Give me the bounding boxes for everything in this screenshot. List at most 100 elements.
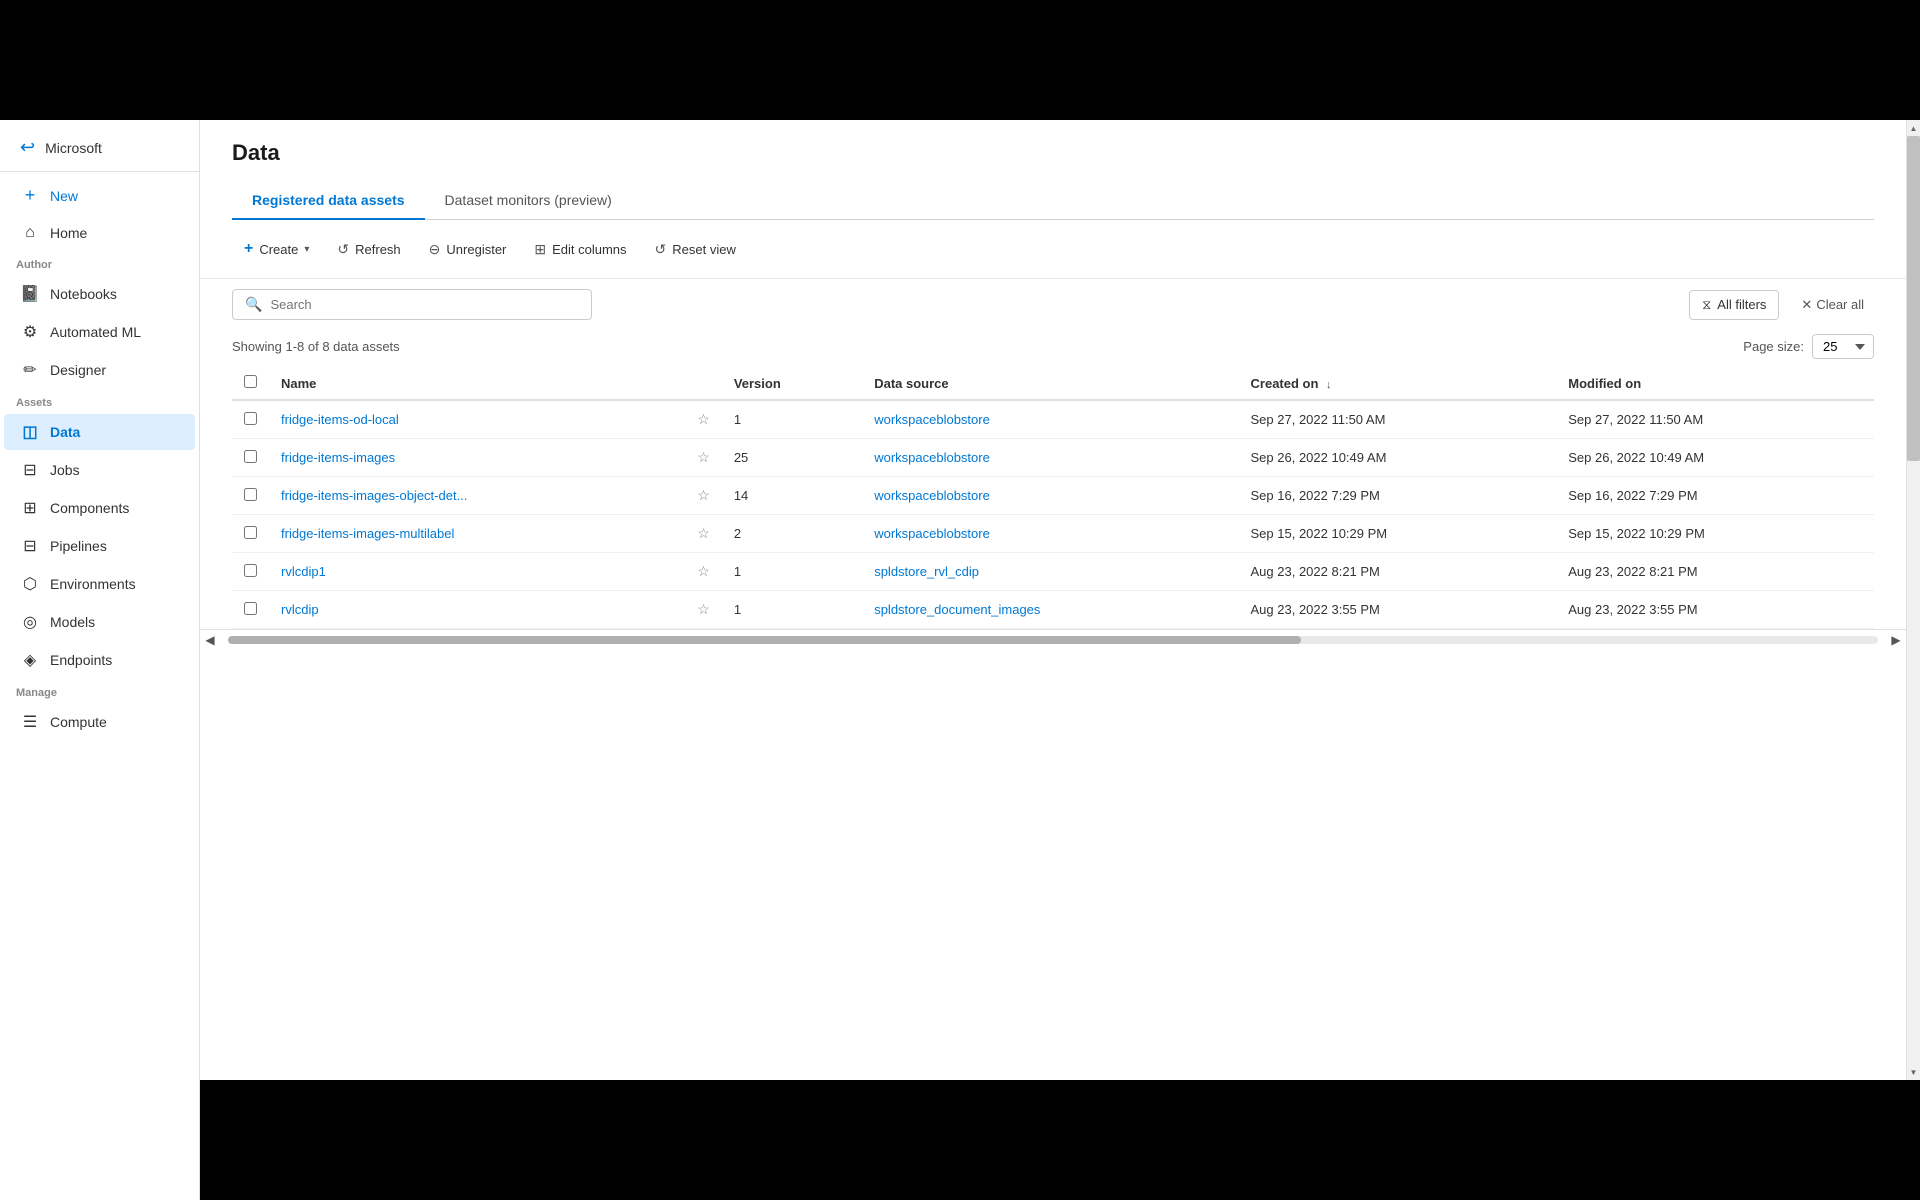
row-star-1[interactable]: ☆ bbox=[685, 439, 722, 477]
endpoints-icon: ◈ bbox=[20, 650, 40, 670]
row-version-0: 1 bbox=[722, 400, 862, 439]
tabs: Registered data assets Dataset monitors … bbox=[232, 182, 1874, 220]
row-modified-5: Aug 23, 2022 3:55 PM bbox=[1556, 591, 1874, 629]
row-checkbox-1[interactable] bbox=[244, 450, 257, 463]
designer-icon: ✏ bbox=[20, 360, 40, 380]
row-name-1[interactable]: fridge-items-images bbox=[269, 439, 685, 477]
header-created[interactable]: Created on ↓ bbox=[1239, 367, 1557, 400]
table-row: fridge-items-images-multilabel ☆ 2 works… bbox=[232, 515, 1874, 553]
sidebar-item-automated-ml[interactable]: ⚙ Automated ML bbox=[4, 314, 195, 350]
row-datasource-0[interactable]: workspaceblobstore bbox=[862, 400, 1238, 439]
row-checkbox-cell bbox=[232, 439, 269, 477]
horizontal-scroll-thumb bbox=[228, 636, 1301, 644]
vertical-scroll-track bbox=[1907, 136, 1920, 1064]
sidebar-item-home[interactable]: ⌂ Home bbox=[4, 216, 195, 250]
row-star-3[interactable]: ☆ bbox=[685, 515, 722, 553]
sidebar-item-notebooks[interactable]: 📓 Notebooks bbox=[4, 276, 195, 312]
row-checkbox-2[interactable] bbox=[244, 488, 257, 501]
row-star-5[interactable]: ☆ bbox=[685, 591, 722, 629]
scroll-up-arrow[interactable]: ▲ bbox=[1907, 120, 1920, 136]
environments-icon: ⬡ bbox=[20, 574, 40, 594]
row-version-3: 2 bbox=[722, 515, 862, 553]
row-datasource-4[interactable]: spldstore_rvl_cdip bbox=[862, 553, 1238, 591]
sidebar-item-designer-label: Designer bbox=[50, 362, 106, 378]
sidebar-item-models-label: Models bbox=[50, 614, 95, 630]
back-icon: ↩ bbox=[20, 137, 35, 158]
sidebar-item-notebooks-label: Notebooks bbox=[50, 286, 117, 302]
sidebar-item-environments[interactable]: ⬡ Environments bbox=[4, 566, 195, 602]
notebooks-icon: 📓 bbox=[20, 284, 40, 304]
row-modified-4: Aug 23, 2022 8:21 PM bbox=[1556, 553, 1874, 591]
main-area: Data Registered data assets Dataset moni… bbox=[200, 120, 1906, 1080]
row-datasource-1[interactable]: workspaceblobstore bbox=[862, 439, 1238, 477]
row-datasource-2[interactable]: workspaceblobstore bbox=[862, 477, 1238, 515]
row-checkbox-cell bbox=[232, 553, 269, 591]
scroll-right-arrow[interactable]: ▶ bbox=[1886, 630, 1906, 650]
search-input[interactable] bbox=[270, 297, 579, 312]
tab-dataset-monitors[interactable]: Dataset monitors (preview) bbox=[425, 182, 632, 220]
sidebar-item-endpoints-label: Endpoints bbox=[50, 652, 112, 668]
sidebar: ↩ Microsoft + New ⌂ Home Author 📓 Notebo… bbox=[0, 120, 200, 1200]
table-body: fridge-items-od-local ☆ 1 workspaceblobs… bbox=[232, 400, 1874, 629]
row-created-4: Aug 23, 2022 8:21 PM bbox=[1239, 553, 1557, 591]
sidebar-brand[interactable]: ↩ Microsoft bbox=[4, 129, 195, 166]
table-row: rvlcdip1 ☆ 1 spldstore_rvl_cdip Aug 23, … bbox=[232, 553, 1874, 591]
row-star-2[interactable]: ☆ bbox=[685, 477, 722, 515]
star-icon-1: ☆ bbox=[697, 449, 710, 465]
table-row: fridge-items-od-local ☆ 1 workspaceblobs… bbox=[232, 400, 1874, 439]
sidebar-item-pipelines[interactable]: ⊟ Pipelines bbox=[4, 528, 195, 564]
header-name[interactable]: Name bbox=[269, 367, 685, 400]
row-star-0[interactable]: ☆ bbox=[685, 400, 722, 439]
horizontal-scroll-area bbox=[220, 636, 1886, 644]
tab-registered-data-assets[interactable]: Registered data assets bbox=[232, 182, 425, 220]
select-all-checkbox[interactable] bbox=[244, 375, 257, 388]
plus-icon: + bbox=[20, 185, 40, 206]
unregister-button[interactable]: ⊖ Unregister bbox=[417, 235, 519, 264]
row-checkbox-cell bbox=[232, 477, 269, 515]
sidebar-item-jobs[interactable]: ⊟ Jobs bbox=[4, 452, 195, 488]
page-size-area: Page size: 25 10 50 100 bbox=[1743, 334, 1874, 359]
automated-ml-icon: ⚙ bbox=[20, 322, 40, 342]
row-datasource-5[interactable]: spldstore_document_images bbox=[862, 591, 1238, 629]
page-header: Data Registered data assets Dataset moni… bbox=[200, 120, 1906, 220]
pipelines-icon: ⊟ bbox=[20, 536, 40, 556]
sidebar-item-endpoints[interactable]: ◈ Endpoints bbox=[4, 642, 195, 678]
new-button[interactable]: + New bbox=[4, 177, 195, 214]
create-plus-icon: + bbox=[244, 240, 253, 258]
clear-all-button[interactable]: ✕ Clear all bbox=[1791, 291, 1874, 319]
sidebar-item-data[interactable]: ◫ Data bbox=[4, 414, 195, 450]
author-section-label: Author bbox=[0, 251, 199, 275]
refresh-button[interactable]: ↺ Refresh bbox=[325, 235, 412, 264]
row-modified-1: Sep 26, 2022 10:49 AM bbox=[1556, 439, 1874, 477]
row-name-4[interactable]: rvlcdip1 bbox=[269, 553, 685, 591]
all-filters-button[interactable]: ⧖ All filters bbox=[1689, 290, 1779, 320]
sidebar-item-compute[interactable]: ☰ Compute bbox=[4, 704, 195, 740]
edit-columns-button[interactable]: ⊞ Edit columns bbox=[522, 235, 638, 264]
edit-columns-icon: ⊞ bbox=[534, 241, 546, 258]
sidebar-item-components[interactable]: ⊞ Components bbox=[4, 490, 195, 526]
row-name-5[interactable]: rvlcdip bbox=[269, 591, 685, 629]
page-size-select[interactable]: 25 10 50 100 bbox=[1812, 334, 1874, 359]
row-star-4[interactable]: ☆ bbox=[685, 553, 722, 591]
models-icon: ◎ bbox=[20, 612, 40, 632]
sidebar-brand-label: Microsoft bbox=[45, 140, 102, 156]
search-icon: 🔍 bbox=[245, 296, 262, 313]
sidebar-item-designer[interactable]: ✏ Designer bbox=[4, 352, 195, 388]
row-checkbox-0[interactable] bbox=[244, 412, 257, 425]
reset-view-button[interactable]: ↺ Reset view bbox=[643, 235, 748, 264]
scroll-down-arrow[interactable]: ▼ bbox=[1907, 1064, 1920, 1080]
refresh-icon: ↺ bbox=[337, 241, 349, 258]
row-checkbox-3[interactable] bbox=[244, 526, 257, 539]
create-button[interactable]: + Create ▾ bbox=[232, 234, 321, 264]
row-datasource-3[interactable]: workspaceblobstore bbox=[862, 515, 1238, 553]
star-icon-5: ☆ bbox=[697, 601, 710, 617]
sidebar-item-environments-label: Environments bbox=[50, 576, 136, 592]
row-name-3[interactable]: fridge-items-images-multilabel bbox=[269, 515, 685, 553]
sidebar-item-models[interactable]: ◎ Models bbox=[4, 604, 195, 640]
row-checkbox-4[interactable] bbox=[244, 564, 257, 577]
row-checkbox-5[interactable] bbox=[244, 602, 257, 615]
jobs-icon: ⊟ bbox=[20, 460, 40, 480]
row-name-0[interactable]: fridge-items-od-local bbox=[269, 400, 685, 439]
row-name-2[interactable]: fridge-items-images-object-det... bbox=[269, 477, 685, 515]
scroll-left-arrow[interactable]: ◀ bbox=[200, 630, 220, 650]
